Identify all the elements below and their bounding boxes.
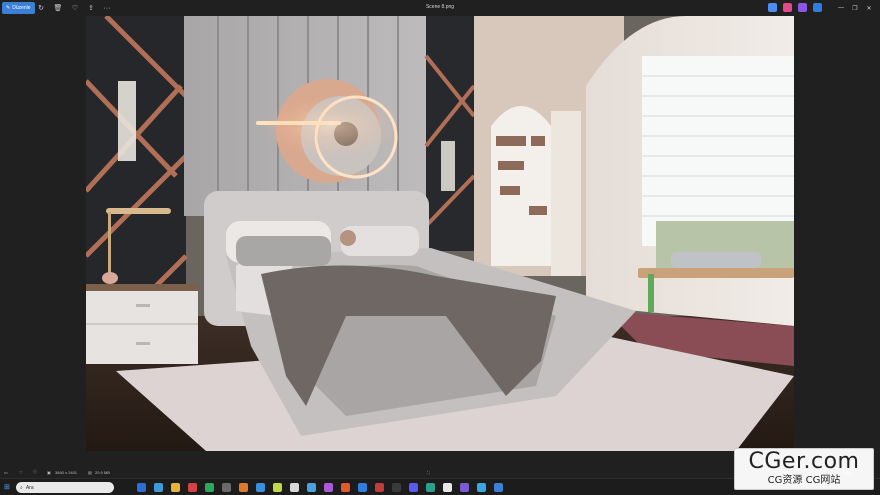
taskbar-app-icon[interactable] — [426, 483, 435, 492]
start-icon[interactable]: ⊞ — [4, 483, 10, 491]
image-viewer[interactable] — [86, 16, 794, 451]
minimize-icon[interactable]: — — [836, 3, 846, 13]
taskbar-app-icon[interactable] — [137, 483, 146, 492]
delete-icon[interactable]: 🗑 — [53, 3, 63, 13]
favorite-status-icon[interactable]: ♡ — [19, 470, 23, 475]
taskbar-app-icon[interactable] — [188, 483, 197, 492]
taskbar-app-icon[interactable] — [273, 483, 282, 492]
taskbar-app-icon[interactable] — [256, 483, 265, 492]
bedroom-render-image — [86, 16, 794, 451]
image-dimensions: 3840 x 2401 — [55, 469, 78, 475]
taskbar-app-icon[interactable] — [171, 483, 180, 492]
file-size-icon: ▤ — [88, 469, 92, 475]
taskbar-app-icon[interactable] — [290, 483, 299, 492]
share-icon[interactable]: ⇪ — [86, 3, 96, 13]
watermark-sub: CG资源 CG网站 — [767, 475, 841, 486]
photos-app-window: ✎ Düzenle ↻ 🗑 ♡ ⇪ ··· Scene 8.png — ❐ ✕ — [0, 0, 880, 475]
window-title: Scene 8.png — [425, 4, 455, 10]
search-icon: ⌕ — [20, 484, 23, 491]
rotate-icon[interactable]: ↻ — [36, 3, 46, 13]
search-placeholder: Ara — [25, 484, 34, 491]
filmstrip-icon[interactable]: ▭ — [4, 470, 8, 475]
image-size-icon: ▣ — [47, 469, 51, 475]
taskbar-app-icon[interactable] — [358, 483, 367, 492]
taskbar-app-icon[interactable] — [239, 483, 248, 492]
designer-icon[interactable] — [798, 3, 807, 12]
edit-icon: ✎ — [6, 5, 11, 11]
edit-button[interactable]: ✎ Düzenle — [2, 2, 35, 14]
taskbar-app-icon[interactable] — [409, 483, 418, 492]
taskbar-app-icon[interactable] — [222, 483, 231, 492]
taskbar-app-icon[interactable] — [392, 483, 401, 492]
taskbar-app-icon[interactable] — [443, 483, 452, 492]
clipchamp-icon[interactable] — [783, 3, 792, 12]
watermark-main: CGer.com — [748, 449, 860, 474]
taskbar-app-icon[interactable] — [205, 483, 214, 492]
file-size: 20.9 MB — [95, 469, 110, 475]
edit-button-label: Düzenle — [12, 5, 31, 11]
taskbar-search[interactable]: ⌕ Ara — [16, 482, 114, 493]
taskbar-app-icon[interactable] — [477, 483, 486, 492]
onedrive-icon[interactable] — [813, 3, 822, 12]
cger-watermark: CGer.com CG资源 CG网站 — [734, 448, 874, 490]
maximize-icon[interactable]: ❐ — [850, 3, 860, 13]
taskbar-app-icon[interactable] — [494, 483, 503, 492]
fit-screen-icon[interactable]: ⛶ — [427, 470, 430, 475]
more-icon[interactable]: ··· — [102, 3, 112, 13]
taskbar-app-icon[interactable] — [154, 483, 163, 492]
taskbar-app-icon[interactable] — [341, 483, 350, 492]
title-bar: ✎ Düzenle ↻ 🗑 ♡ ⇪ ··· Scene 8.png — ❐ ✕ — [0, 0, 880, 16]
info-icon[interactable]: ⓘ — [33, 469, 37, 475]
close-icon[interactable]: ✕ — [864, 3, 874, 13]
favorite-icon[interactable]: ♡ — [70, 3, 80, 13]
copilot-icon[interactable] — [768, 3, 777, 12]
taskbar-app-icon[interactable] — [460, 483, 469, 492]
taskbar-app-icon[interactable] — [307, 483, 316, 492]
taskbar-app-icon[interactable] — [324, 483, 333, 492]
taskbar-app-icon[interactable] — [375, 483, 384, 492]
